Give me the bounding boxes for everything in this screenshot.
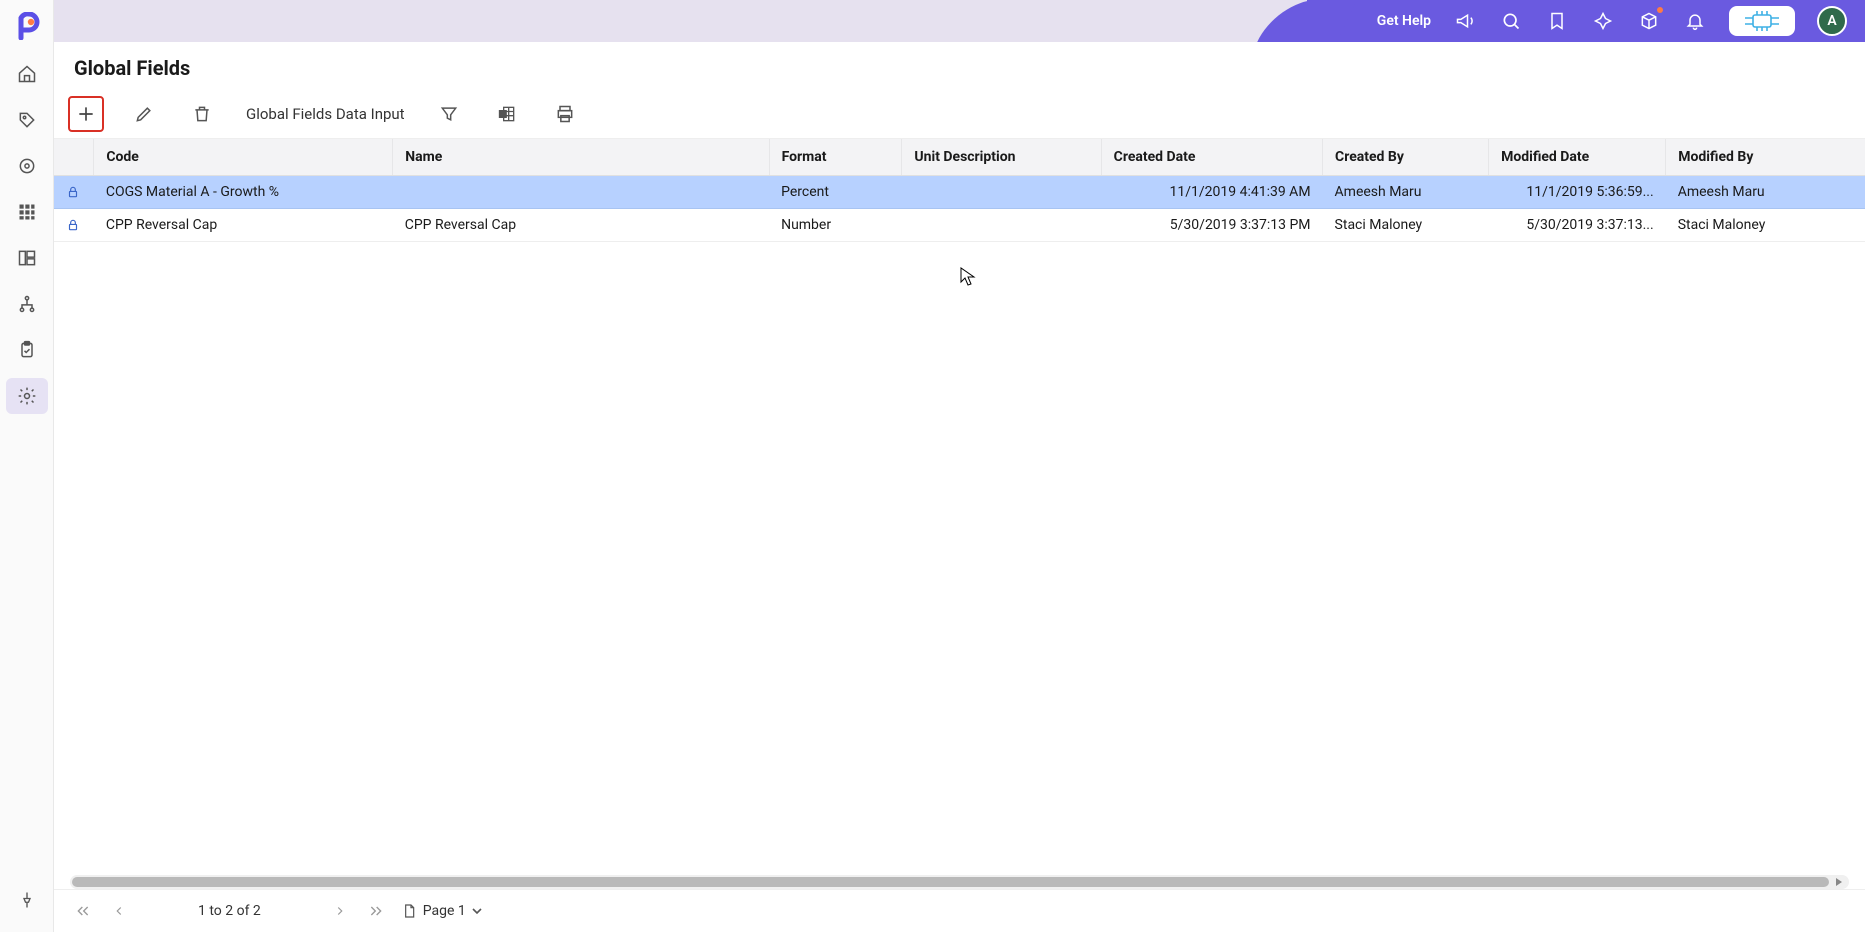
nav-home-icon[interactable] — [6, 56, 48, 92]
page-title: Global Fields — [54, 42, 1865, 90]
col-lock[interactable] — [54, 139, 94, 176]
col-created-date[interactable]: Created Date — [1101, 139, 1322, 176]
col-code[interactable]: Code — [94, 139, 393, 176]
cell-created-date: 5/30/2019 3:37:13 PM — [1101, 209, 1322, 242]
chevron-down-icon — [472, 906, 482, 916]
user-avatar[interactable]: A — [1817, 6, 1847, 36]
col-name[interactable]: Name — [393, 139, 769, 176]
nav-pin-icon[interactable] — [6, 882, 48, 918]
page-selector[interactable]: Page 1 — [401, 903, 482, 919]
compass-icon[interactable] — [1591, 9, 1615, 33]
main-area: Get Help — [54, 0, 1865, 932]
get-help-link[interactable]: Get Help — [1377, 13, 1431, 29]
data-input-link[interactable]: Global Fields Data Input — [242, 99, 409, 129]
delete-button[interactable] — [184, 96, 220, 132]
nav-layout-icon[interactable] — [6, 240, 48, 276]
col-created-by[interactable]: Created By — [1323, 139, 1489, 176]
cell-created-by: Ameesh Maru — [1323, 176, 1489, 209]
package-icon[interactable] — [1637, 9, 1661, 33]
page-selector-label: Page 1 — [423, 903, 466, 919]
nav-hierarchy-icon[interactable] — [6, 286, 48, 322]
cell-modified-by: Ameesh Maru — [1666, 176, 1865, 209]
table-container: Code Name Format Unit Description Create… — [54, 139, 1865, 875]
col-unit-description[interactable]: Unit Description — [902, 139, 1101, 176]
cell-code: COGS Material A - Growth % — [94, 176, 393, 209]
cell-name — [393, 176, 769, 209]
export-excel-button[interactable]: X — [489, 96, 525, 132]
nav-target-icon[interactable] — [6, 148, 48, 184]
nav-clipboard-icon[interactable] — [6, 332, 48, 368]
app-logo[interactable] — [9, 8, 45, 44]
table-header-row: Code Name Format Unit Description Create… — [54, 139, 1865, 176]
pager-next-icon[interactable] — [329, 900, 351, 922]
cell-created-date: 11/1/2019 4:41:39 AM — [1101, 176, 1322, 209]
edit-button[interactable] — [126, 96, 162, 132]
global-fields-table: Code Name Format Unit Description Create… — [54, 139, 1865, 242]
left-sidebar — [0, 0, 54, 932]
nav-tag-icon[interactable] — [6, 102, 48, 138]
toolbar: Global Fields Data Input X — [54, 90, 1865, 139]
scrollbar-thumb[interactable] — [72, 877, 1829, 887]
pager-range-label: 1 to 2 of 2 — [198, 903, 261, 919]
pager-prev-icon[interactable] — [108, 900, 130, 922]
bell-icon[interactable] — [1683, 9, 1707, 33]
cell-modified-date: 5/30/2019 3:37:13... — [1489, 209, 1666, 242]
cell-format: Percent — [769, 176, 902, 209]
header-right: Get Help — [1307, 0, 1865, 42]
pager-last-icon[interactable] — [365, 900, 387, 922]
scrollbar-right-arrow[interactable] — [1831, 875, 1847, 889]
bookmark-icon[interactable] — [1545, 9, 1569, 33]
print-button[interactable] — [547, 96, 583, 132]
cell-unit-description — [902, 176, 1101, 209]
filter-button[interactable] — [431, 96, 467, 132]
cell-created-by: Staci Maloney — [1323, 209, 1489, 242]
page-icon — [401, 903, 417, 919]
top-header: Get Help — [54, 0, 1865, 42]
pager-first-icon[interactable] — [72, 900, 94, 922]
search-icon[interactable] — [1499, 9, 1523, 33]
col-format[interactable]: Format — [769, 139, 902, 176]
lock-icon — [54, 209, 94, 242]
nav-settings-icon[interactable] — [6, 378, 48, 414]
megaphone-icon[interactable] — [1453, 9, 1477, 33]
table-row[interactable]: COGS Material A - Growth % Percent 11/1/20… — [54, 176, 1865, 209]
lock-icon — [54, 176, 94, 209]
nav-grid-icon[interactable] — [6, 194, 48, 230]
horizontal-scrollbar[interactable] — [70, 875, 1849, 889]
cell-format: Number — [769, 209, 902, 242]
circuit-chip-button[interactable] — [1729, 6, 1795, 36]
col-modified-date[interactable]: Modified Date — [1489, 139, 1666, 176]
add-button[interactable] — [68, 96, 104, 132]
pagination-footer: 1 to 2 of 2 Page 1 — [54, 889, 1865, 932]
cell-code: CPP Reversal Cap — [94, 209, 393, 242]
cell-unit-description — [902, 209, 1101, 242]
cell-modified-date: 11/1/2019 5:36:59... — [1489, 176, 1666, 209]
cell-modified-by: Staci Maloney — [1666, 209, 1865, 242]
cell-name: CPP Reversal Cap — [393, 209, 769, 242]
cursor-icon — [960, 267, 976, 287]
table-row[interactable]: CPP Reversal CapCPP Reversal CapNumber5/… — [54, 209, 1865, 242]
col-modified-by[interactable]: Modified By — [1666, 139, 1865, 176]
